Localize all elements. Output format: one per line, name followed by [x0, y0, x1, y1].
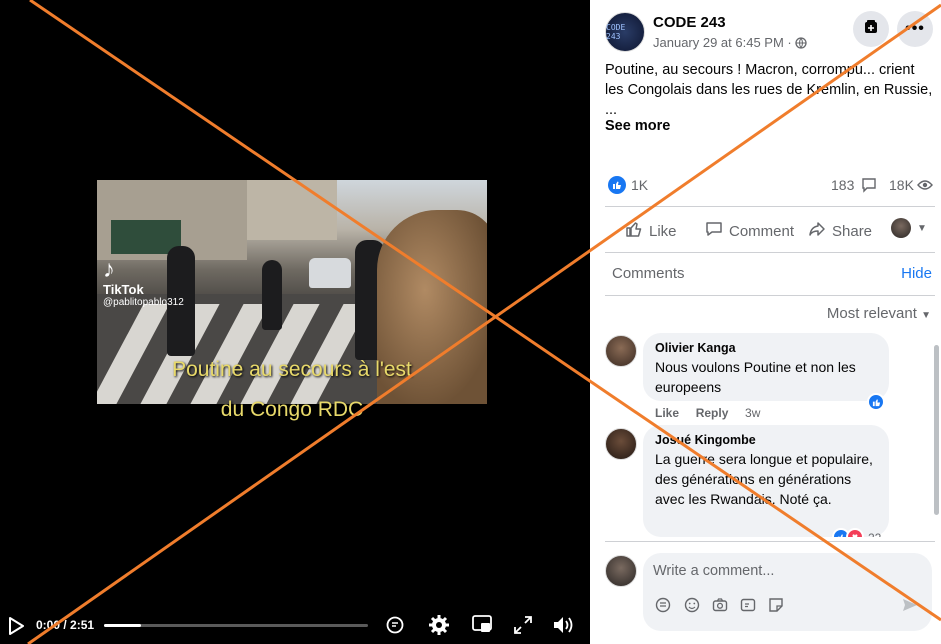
divider — [605, 206, 935, 207]
page-avatar-text: CODE 243 — [606, 23, 626, 41]
reaction-count[interactable]: 1K — [631, 177, 648, 193]
play-icon[interactable] — [8, 617, 24, 639]
video-caption-line2: du Congo RDC — [220, 398, 364, 421]
comment-composer[interactable] — [643, 553, 932, 631]
tiktok-logo-icon: ♪ — [103, 256, 115, 283]
post-actions: Like Comment Share ▼ — [605, 212, 935, 246]
view-count: 18K — [889, 177, 914, 193]
video-controls: 0:00 / 2:51 — [0, 608, 590, 644]
comment-sort-label: Most relevant — [826, 305, 917, 322]
video-progress-fill — [104, 624, 141, 627]
user-avatar — [891, 218, 911, 238]
post-as-selector[interactable]: ▼ — [891, 218, 927, 238]
page-avatar[interactable]: CODE 243 — [605, 12, 645, 52]
comment-text: Nous voulons Poutine et non les europeen… — [655, 359, 856, 395]
comment-meta: Like Reply 3w — [655, 406, 760, 420]
tiktok-brand: TikTok — [103, 282, 144, 297]
see-more-link[interactable]: See more — [605, 118, 670, 134]
comment-count[interactable]: 183 — [831, 177, 854, 193]
comments-scrollbar[interactable] — [932, 340, 940, 530]
ellipsis-icon: ••• — [905, 20, 925, 37]
divider — [605, 252, 935, 253]
pedestrian — [262, 260, 282, 330]
comment-reply-link[interactable]: Reply — [696, 406, 729, 420]
share-icon — [808, 220, 826, 242]
like-reaction-icon[interactable] — [608, 176, 626, 194]
share-label: Share — [832, 222, 873, 240]
tiktok-handle: @pablitopablo312 — [103, 297, 184, 308]
video-panel[interactable]: ♪ TikTok @pablitopablo312 Poutine au sec… — [0, 0, 590, 644]
emoji-icon[interactable] — [684, 597, 700, 616]
send-icon[interactable] — [902, 597, 918, 616]
like-button[interactable]: Like — [625, 220, 677, 242]
car — [309, 258, 351, 288]
fullscreen-icon[interactable] — [514, 616, 532, 638]
comment-bubble: Olivier Kanga Nous voulons Poutine et no… — [643, 333, 889, 401]
settings-icon[interactable] — [428, 614, 450, 640]
comment-count-icon — [861, 177, 877, 196]
eye-icon — [917, 178, 933, 195]
pip-icon[interactable] — [472, 615, 492, 637]
comments-title: Comments — [612, 265, 685, 282]
like-label: Like — [649, 222, 677, 240]
video-time: 0:00 / 2:51 — [36, 618, 95, 632]
comment-age[interactable]: 3w — [745, 406, 760, 420]
commenter-name[interactable]: Olivier Kanga — [655, 341, 877, 355]
divider — [605, 541, 935, 542]
post-date[interactable]: January 29 at 6:45 PM · — [653, 35, 808, 52]
current-user-avatar[interactable] — [605, 555, 637, 587]
save-icon — [863, 19, 879, 40]
post-date-text: January 29 at 6:45 PM · — [653, 35, 796, 50]
scrollbar-thumb[interactable] — [934, 345, 939, 515]
sticker-icon[interactable] — [768, 597, 784, 616]
tiktok-watermark: ♪ TikTok @pablitopablo312 — [103, 256, 184, 309]
like-reaction-icon[interactable] — [867, 393, 885, 411]
page-name[interactable]: CODE 243 — [653, 14, 726, 31]
caret-down-icon: ▼ — [917, 222, 927, 234]
comment-sort-dropdown[interactable]: Most relevant ▼ — [827, 305, 931, 322]
comment-icon — [705, 220, 723, 242]
comment-label: Comment — [729, 222, 795, 240]
commenter-name[interactable]: Josué Kingombe — [655, 433, 877, 447]
video-caption-line1: Poutine au secours à l'est — [172, 358, 412, 381]
comment-text: La guerre sera longue et populaire, des … — [655, 451, 873, 507]
volume-icon[interactable] — [552, 615, 574, 639]
avatar-sticker-icon[interactable] — [655, 597, 671, 616]
video-frame[interactable]: ♪ TikTok @pablitopablo312 Poutine au sec… — [97, 180, 487, 404]
caret-down-icon: ▼ — [921, 310, 931, 321]
globe-icon — [795, 37, 808, 52]
post-text: Poutine, au secours ! Macron, corrompu..… — [605, 62, 933, 118]
commenter-avatar[interactable] — [605, 335, 637, 367]
comment-bubble: Josué Kingombe La guerre sera longue et … — [643, 425, 889, 537]
more-options-button[interactable]: ••• — [897, 11, 933, 47]
share-button[interactable]: Share — [808, 220, 872, 242]
thumbs-up-icon — [625, 220, 643, 242]
building — [247, 180, 337, 240]
divider — [605, 295, 935, 296]
camera-icon[interactable] — [712, 597, 728, 616]
comment-button[interactable]: Comment — [705, 220, 794, 242]
commenter-avatar[interactable] — [605, 428, 637, 460]
captions-icon[interactable] — [386, 616, 404, 638]
comment-like-link[interactable]: Like — [655, 406, 679, 420]
gif-icon[interactable] — [740, 597, 756, 616]
hide-comments-link[interactable]: Hide — [901, 265, 932, 282]
video-progress-bar[interactable] — [104, 624, 368, 627]
comment-input[interactable] — [653, 563, 923, 579]
save-button[interactable] — [853, 11, 889, 47]
post-stats: 1K 183 18K — [605, 176, 935, 196]
